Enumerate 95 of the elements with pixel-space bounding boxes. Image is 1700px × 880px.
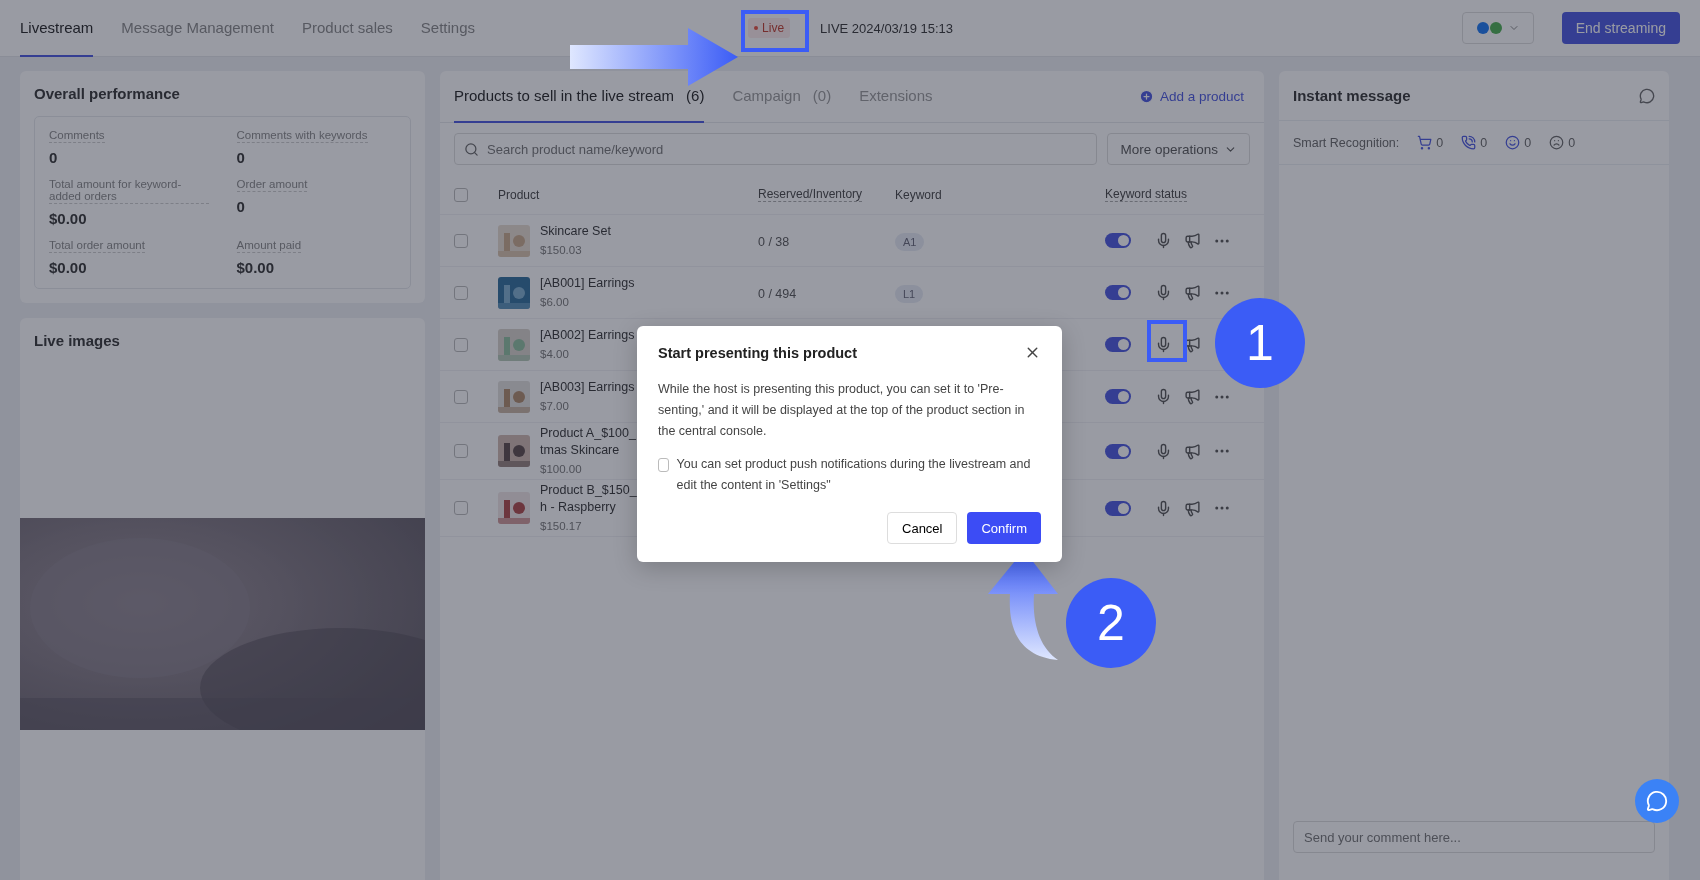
card-title: Instant message: [1293, 87, 1411, 104]
nav-tab[interactable]: Settings: [420, 0, 476, 57]
keyword-toggle[interactable]: [1105, 500, 1131, 516]
metric-label: Comments: [49, 129, 105, 143]
comment-field[interactable]: Send your comment here...: [1293, 821, 1655, 853]
row-checkbox[interactable]: [454, 285, 468, 300]
chat-icon[interactable]: [1639, 87, 1655, 104]
megaphone-icon[interactable]: [1184, 442, 1201, 460]
megaphone-icon[interactable]: [1184, 388, 1201, 405]
more-operations-button[interactable]: More operations: [1107, 133, 1250, 165]
product-price: $150.03: [540, 244, 582, 256]
metric-label: Order amount: [236, 178, 308, 192]
recognition-count: 0: [1524, 135, 1532, 150]
metric-value: $0.00: [236, 259, 276, 276]
recognition-label: Smart Recognition:: [1293, 135, 1400, 150]
account-button[interactable]: [1461, 12, 1534, 44]
nav-tab[interactable]: Product sales: [301, 0, 393, 57]
search-icon: [464, 142, 479, 157]
cart-icon: [1417, 135, 1433, 150]
dialog-title: Start presenting this product: [658, 344, 857, 361]
column-header: Reserved/Inventory: [758, 187, 863, 202]
product-name: Product B_$150_ h - Raspberry: [540, 482, 638, 516]
search-field[interactable]: Search product name/keyword: [454, 133, 1098, 165]
metric-value: 0: [49, 149, 59, 166]
chat-icon: [1646, 790, 1668, 812]
checkbox-label: You can set product push notifications during the livestream and edit the content in 'Settings": [676, 456, 1032, 494]
megaphone-icon[interactable]: [1184, 232, 1201, 249]
confirm-button[interactable]: Confirm: [967, 512, 1041, 544]
add-product-button[interactable]: Add a product: [1132, 88, 1250, 105]
microphone-icon[interactable]: [1155, 388, 1172, 405]
product-price: $100.00: [540, 463, 582, 475]
live-badge: Live: [748, 18, 791, 38]
product-tab[interactable]: Campaign (0): [732, 70, 832, 123]
product-tab[interactable]: Extensions: [859, 70, 933, 123]
metric-value: 0: [236, 198, 246, 215]
keyword-toggle[interactable]: [1105, 285, 1131, 300]
megaphone-icon[interactable]: [1184, 499, 1201, 517]
sad-icon: [1549, 135, 1565, 150]
card-title: Overall performance: [34, 85, 181, 102]
smile-icon: [1505, 135, 1521, 150]
product-price: $7.00: [540, 400, 569, 412]
recognition-count: 0: [1568, 135, 1576, 150]
highlight-frame: [741, 10, 809, 52]
plus-icon: [1138, 89, 1154, 104]
microphone-icon[interactable]: [1155, 442, 1172, 460]
live-time: LIVE 2024/03/19 15:13: [820, 20, 954, 36]
product-name: [AB002] Earrings: [540, 327, 636, 344]
product-price: $4.00: [540, 348, 569, 360]
column-header: Product: [498, 187, 540, 202]
phone-icon: [1461, 135, 1477, 150]
metric-label: Comments with keywords: [236, 129, 368, 143]
card-title: Live images: [34, 332, 121, 349]
product-name: [AB001] Earrings: [540, 275, 636, 292]
recognition-count: 0: [1436, 135, 1444, 150]
product-price: $6.00: [540, 296, 569, 308]
end-streaming-button[interactable]: End streaming: [1561, 12, 1680, 44]
metric-value: $0.00: [49, 210, 88, 227]
megaphone-icon[interactable]: [1184, 284, 1201, 301]
row-checkbox[interactable]: [454, 337, 468, 352]
megaphone-icon[interactable]: [1184, 336, 1201, 353]
column-header: Keyword status: [1105, 187, 1188, 202]
nav-tab[interactable]: Message Management: [121, 0, 274, 57]
stock-count: 0 / 494: [758, 286, 797, 301]
recognition-count: 0: [1480, 135, 1488, 150]
row-checkbox[interactable]: [454, 389, 468, 404]
metric-value: $0.00: [49, 259, 88, 276]
cancel-button[interactable]: Cancel: [887, 512, 958, 544]
keyword-tag: A1: [895, 232, 925, 251]
metric-label: Total order amount: [49, 239, 145, 253]
microphone-icon[interactable]: [1155, 499, 1172, 517]
keyword-toggle[interactable]: [1105, 233, 1131, 248]
microphone-icon[interactable]: [1155, 284, 1172, 301]
metric-value: 0: [236, 149, 246, 166]
notification-checkbox[interactable]: [658, 458, 669, 472]
microphone-icon[interactable]: [1155, 232, 1172, 249]
microphone-icon[interactable]: [1155, 336, 1172, 353]
stock-count: 0 / 38: [758, 234, 790, 249]
row-checkbox[interactable]: [454, 501, 468, 515]
keyword-toggle[interactable]: [1105, 337, 1131, 352]
metric-label: Total amount for keyword-added orders: [49, 178, 209, 204]
dialog-text: While the host is presenting this product, you can set it to 'Pre-senting,' and it will be displayed at the top of the product section in the central console.: [658, 381, 1026, 440]
metric-label: Amount paid: [236, 239, 302, 253]
nav-tab[interactable]: Livestream: [20, 0, 94, 57]
row-checkbox[interactable]: [454, 444, 468, 458]
keyword-toggle[interactable]: [1105, 443, 1131, 459]
product-price: $150.17: [540, 520, 582, 532]
row-checkbox[interactable]: [454, 233, 468, 248]
product-name: [AB003] Earrings: [540, 379, 636, 396]
keyword-toggle[interactable]: [1105, 389, 1131, 404]
highlight-frame: [1147, 320, 1187, 362]
product-name: Skincare Set: [540, 223, 612, 240]
column-header: Keyword: [895, 187, 942, 202]
product-name: Product A_$100_ tmas Skincare: [540, 425, 637, 459]
keyword-tag: L1: [895, 284, 924, 303]
select-all-checkbox[interactable]: [454, 187, 468, 202]
